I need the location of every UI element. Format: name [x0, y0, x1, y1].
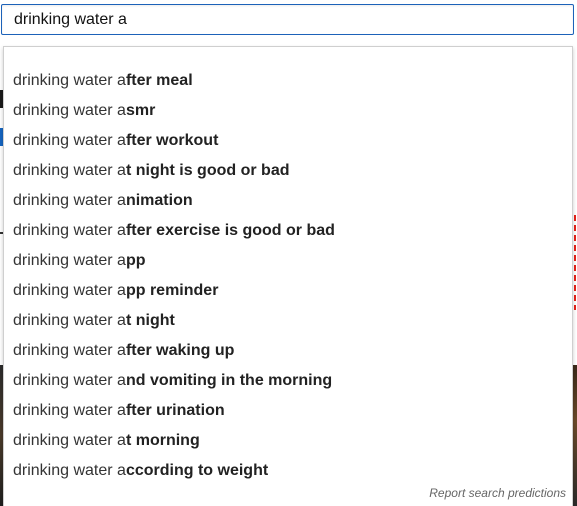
suggestion-item[interactable]: drinking water at night is good or bad [4, 156, 572, 186]
suggestion-typed-text: drinking water a [13, 72, 126, 89]
suggestion-typed-text: drinking water a [13, 462, 126, 479]
suggestion-completion-text: nimation [125, 192, 193, 209]
suggestion-completion-text: fter meal [125, 72, 193, 89]
background-progress-marks [574, 215, 576, 310]
suggestion-item[interactable]: drinking water at morning [4, 426, 572, 456]
suggestion-item[interactable]: drinking water app [4, 246, 572, 276]
suggestion-item[interactable]: drinking water and vomiting in the morni… [4, 366, 572, 396]
suggestion-completion-text: t morning [125, 432, 200, 449]
suggestion-typed-text: drinking water a [13, 342, 126, 359]
suggestion-completion-text: nd vomiting in the morning [125, 372, 333, 389]
suggestion-typed-text: drinking water a [13, 222, 126, 239]
suggestion-item[interactable]: drinking water asmr [4, 96, 572, 126]
suggestion-completion-text: fter urination [125, 402, 225, 419]
suggestion-completion-text: fter exercise is good or bad [125, 222, 335, 239]
suggestion-completion-text: t night [125, 312, 175, 329]
youtube-search-page: drinking water after mealdrinking water … [0, 0, 577, 506]
suggestion-typed-text: drinking water a [13, 162, 126, 179]
suggestion-item[interactable]: drinking water after workout [4, 126, 572, 156]
suggestion-completion-text: t night is good or bad [125, 162, 290, 179]
suggestion-item[interactable]: drinking water after urination [4, 396, 572, 426]
suggestion-completion-text: ccording to weight [125, 462, 269, 479]
suggestion-typed-text: drinking water a [13, 132, 126, 149]
search-box[interactable] [1, 4, 574, 35]
suggestion-typed-text: drinking water a [13, 312, 126, 329]
suggestion-item[interactable]: drinking water at night [4, 306, 572, 336]
suggestion-item[interactable]: drinking water according to weight [4, 456, 572, 486]
search-input[interactable] [14, 5, 554, 34]
suggestion-completion-text: pp [125, 252, 146, 269]
suggestion-item[interactable]: drinking water after waking up [4, 336, 572, 366]
suggestion-completion-text: pp reminder [125, 282, 219, 299]
suggestion-typed-text: drinking water a [13, 282, 126, 299]
suggestion-completion-text: fter waking up [125, 342, 235, 359]
suggestion-typed-text: drinking water a [13, 252, 126, 269]
suggestion-typed-text: drinking water a [13, 372, 126, 389]
suggestion-item[interactable]: drinking water animation [4, 186, 572, 216]
suggestion-typed-text: drinking water a [13, 192, 126, 209]
suggestion-completion-text: fter workout [125, 132, 219, 149]
background-thumbnail-right [573, 365, 577, 506]
suggestion-list: drinking water after meal drinking water … [4, 66, 572, 486]
suggestion-item[interactable]: drinking water after exercise is good or… [4, 216, 572, 246]
suggestion-typed-text: drinking water a [13, 102, 126, 119]
report-search-predictions-link[interactable]: Report search predictions [429, 486, 566, 500]
suggestion-item[interactable]: drinking water after meal [4, 66, 572, 96]
suggestion-typed-text: drinking water a [13, 432, 126, 449]
suggestion-item[interactable]: drinking water app reminder [4, 276, 572, 306]
suggestion-completion-text: smr [125, 102, 156, 119]
search-suggestions-dropdown: drinking water after meal drinking water … [3, 46, 573, 506]
suggestion-typed-text: drinking water a [13, 402, 126, 419]
